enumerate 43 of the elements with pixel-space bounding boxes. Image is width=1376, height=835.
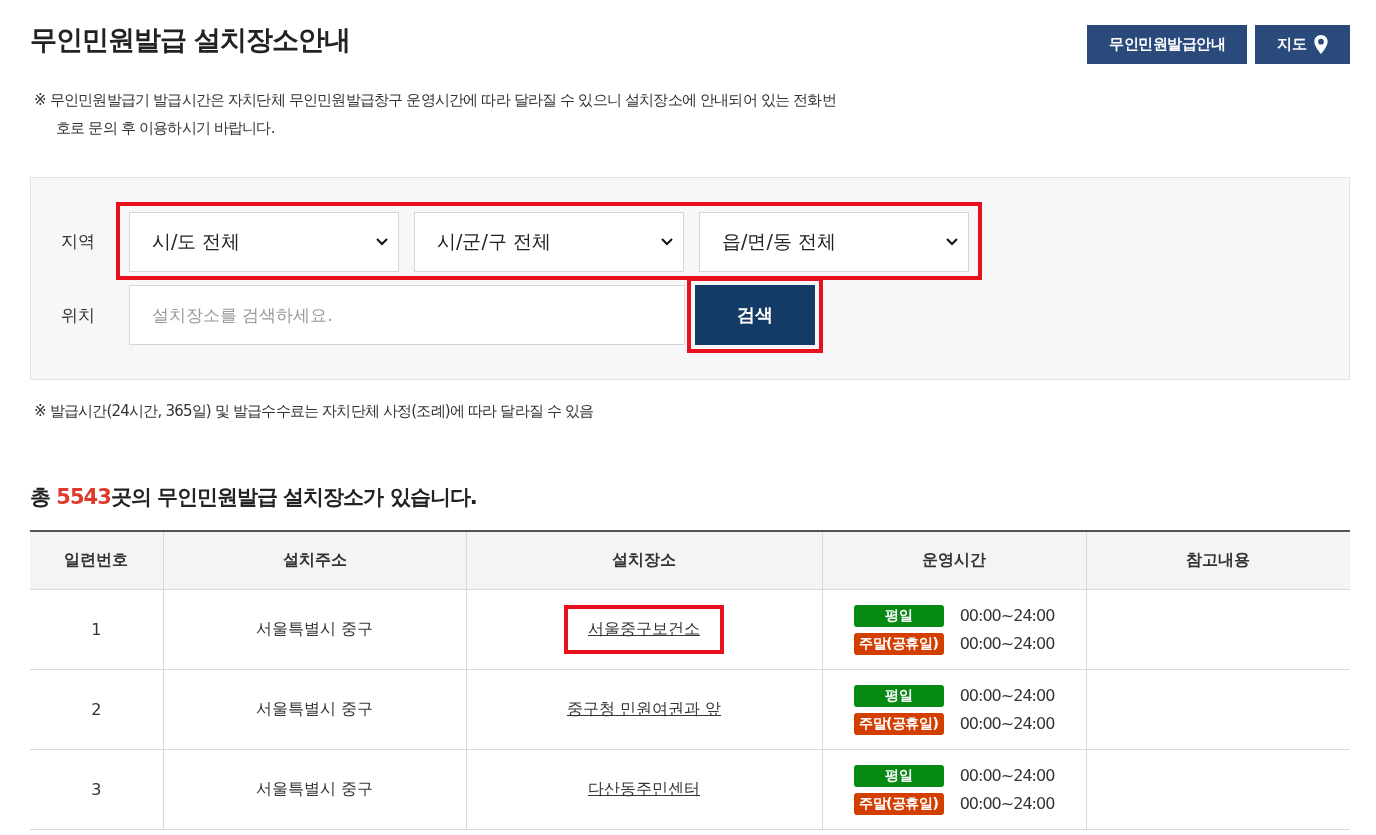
- region-select[interactable]: 읍/면/동 전체: [699, 212, 969, 272]
- chevron-down-icon: [661, 238, 673, 246]
- search-button[interactable]: 검색: [695, 285, 815, 345]
- map-pin-icon: [1314, 35, 1328, 54]
- region-label: 지역: [60, 229, 96, 253]
- hours-text: 00:00~24:00: [959, 714, 1055, 733]
- hours-text: 00:00~24:00: [959, 794, 1055, 813]
- place-link[interactable]: 다산동주민센터: [588, 779, 700, 798]
- place-link[interactable]: 서울중구보건소: [588, 619, 700, 638]
- table-cell: 3: [30, 749, 163, 830]
- chevron-down-icon: [946, 238, 958, 246]
- fee-notice-text: ※ 발급시간(24시간, 365일) 및 발급수수료는 자치단체 사정(조례)에 따라 달라질 수 있음: [34, 402, 595, 421]
- map-button[interactable]: 지도: [1255, 25, 1350, 64]
- table-cell: 2: [30, 669, 163, 750]
- chevron-down-icon: [376, 238, 388, 246]
- day-type-tag: 평일: [853, 684, 944, 707]
- column-header: 참고내용: [1086, 531, 1350, 590]
- hours-text: 00:00~24:00: [959, 634, 1055, 653]
- day-type-tag: 주말(공휴일): [853, 712, 944, 735]
- result-count-heading: 총 5543곳의 무인민원발급 설치장소가 있습니다.: [30, 484, 478, 511]
- table-cell: 서울특별시 중구: [163, 589, 466, 670]
- day-type-tag: 주말(공휴일): [853, 632, 944, 655]
- table-cell: 1: [30, 589, 163, 670]
- notice-text: ※ 무인민원발급기 발급시간은 자치단체 무인민원발급창구 운영시간에 따라 달라질 수 있으니 설치장소에 안내되어 있는 전화번호로 문의 후 이용하시기 바랍니다.: [34, 90, 837, 139]
- column-header: 일련번호: [30, 531, 163, 590]
- region-select[interactable]: 시/군/구 전체: [414, 212, 684, 272]
- location-label: 위치: [60, 303, 96, 327]
- table-cell: 서울특별시 중구: [163, 669, 466, 750]
- day-type-tag: 평일: [853, 764, 944, 787]
- guide-button[interactable]: 무인민원발급안내: [1087, 25, 1247, 64]
- table-cell: 서울특별시 중구: [163, 749, 466, 830]
- hours-text: 00:00~24:00: [959, 766, 1055, 785]
- hours-text: 00:00~24:00: [959, 606, 1055, 625]
- day-type-tag: 평일: [853, 604, 944, 627]
- column-header: 설치장소: [466, 531, 822, 590]
- region-select[interactable]: 시/도 전체: [129, 212, 399, 272]
- location-search-field[interactable]: 설치장소를 검색하세요.: [129, 285, 685, 345]
- page-title: 무인민원발급 설치장소안내: [30, 23, 351, 57]
- day-type-tag: 주말(공휴일): [853, 792, 944, 815]
- column-header: 설치주소: [163, 531, 466, 590]
- hours-text: 00:00~24:00: [959, 686, 1055, 705]
- column-header: 운영시간: [822, 531, 1086, 590]
- place-link[interactable]: 중구청 민원여권과 앞: [566, 699, 722, 718]
